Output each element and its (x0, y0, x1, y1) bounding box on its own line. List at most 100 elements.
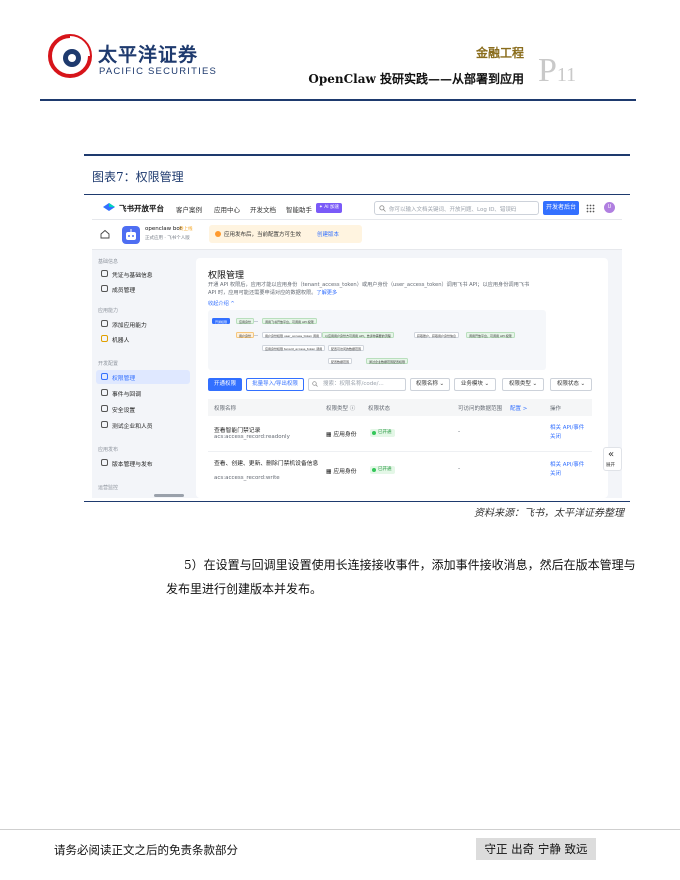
flow-step: 以应用用户身份方可调用 API，告诉你需要的流程 (322, 332, 394, 338)
status-badge: 已开通 (370, 429, 395, 437)
release-icon (101, 459, 108, 466)
sidebar-item-add-capability[interactable]: 添加应用能力 (96, 317, 190, 331)
figure-caption: 图表7：权限管理 (92, 170, 184, 184)
notice-text: 应用发布后，当前配置方可生效 (224, 232, 302, 238)
col-data-range: 可访问的数据范围 (458, 406, 503, 412)
sidebar-item-members[interactable]: 成员管理 (96, 282, 190, 296)
sidebar-item-test-users[interactable]: 测试企业和人员 (96, 418, 190, 432)
flow-step: 用户身份权限 user_access_token 调用 (262, 332, 322, 338)
flow-step: 应用身份权限 tenant_access_token 调用 (262, 345, 326, 351)
app-name: openclaw bot (145, 226, 182, 232)
nav-dev-docs[interactable]: 开发文档 (250, 204, 276, 214)
sidebar-item-events[interactable]: 事件与回调 (96, 386, 190, 400)
sidebar-item-security[interactable]: 安全设置 (96, 402, 190, 416)
search-icon (379, 205, 386, 212)
apps-grid-icon[interactable] (586, 204, 595, 213)
expand-panel-button[interactable]: « 展开 (603, 447, 622, 471)
sidebar-item-label: 事件与回调 (112, 392, 141, 398)
home-icon[interactable] (100, 229, 110, 239)
footer-rule (0, 829, 680, 830)
figure-bottom-rule (84, 501, 630, 502)
filter-permission-type[interactable]: 权限类型 ⌄ (502, 378, 544, 391)
flow-step: 配置数据范围 (328, 358, 353, 364)
sidebar-item-label: 成员管理 (112, 288, 136, 294)
permission-code: acs:access_record:write (214, 475, 280, 481)
close-permission-link[interactable]: 关闭 (550, 470, 561, 479)
figure-top-rule (84, 154, 630, 156)
double-chevron-left-icon: « (608, 449, 615, 460)
search-placeholder: 你可以输入文档关键词、开放问题、Log ID、错误码 (389, 207, 517, 213)
test-icon (101, 421, 108, 428)
page-prefix: P (538, 52, 557, 89)
filter-permission-name[interactable]: 权限名称 ⌄ (410, 378, 450, 391)
sidebar-group-basic: 基础信息 (98, 259, 119, 265)
feishu-permission-screenshot: 飞书开放平台 客户案例 应用中心 开发文档 智能助手 ✦ AI 加速 你可以输入… (92, 196, 622, 498)
configure-range-link[interactable]: 配置 > (510, 404, 527, 412)
sidebar-item-robot[interactable]: 机器人 (96, 332, 190, 346)
app-subtitle: 正式应用 · 飞书个人版 (145, 236, 190, 241)
flow-step: 调用开放平台，可调用 API 权限 (466, 332, 515, 338)
top-nav-bar: 飞书开放平台 客户案例 应用中心 开发文档 智能助手 ✦ AI 加速 你可以输入… (92, 196, 622, 220)
permission-flow-diagram: 开通权限 应用身份 调用飞书开放平台，可调用 API 权限 用户身份 用户身份权… (208, 310, 546, 370)
members-icon (101, 285, 108, 292)
app-header-bar: openclaw bot 待上线 正式应用 · 飞书个人版 应用发布后，当前配置… (92, 220, 622, 250)
filter-business-module[interactable]: 业务模块 ⌄ (454, 378, 496, 391)
company-logo: 太平洋证券 PACIFIC SECURITIES (48, 30, 228, 86)
bot-app-icon (122, 226, 140, 244)
user-avatar[interactable]: U (604, 202, 615, 213)
batch-import-export-button[interactable]: 批量导入/导出权限 (246, 378, 304, 391)
permission-panel: 权限管理 开通 API 权限后，应用才能以应用身份（tenant_access_… (196, 258, 608, 498)
close-permission-link[interactable]: 关闭 (550, 433, 561, 442)
nav-ai-assistant[interactable]: 智能助手 (286, 204, 312, 214)
expand-label: 展开 (606, 463, 615, 468)
flow-step: 用户身份 (236, 332, 255, 338)
open-permission-button[interactable]: 开通权限 (208, 378, 242, 391)
sidebar-item-release[interactable]: 版本管理与发布 (96, 456, 190, 470)
status-text: 已开通 (378, 430, 392, 435)
flow-step: 配置可访问的数据范围 (328, 345, 365, 351)
permission-type: ▦ 应用身份 (326, 469, 357, 475)
permission-search-input[interactable]: 搜索：权限名称/code/... (308, 378, 406, 391)
learn-more-link[interactable]: 了解更多 (316, 290, 337, 296)
data-range: - (458, 429, 461, 435)
report-title: OpenClaw 投研实践——从部署到应用 (308, 72, 524, 86)
description-text: 开通 API 权限后，应用才能以应用身份（tenant_access_token… (208, 282, 530, 296)
related-api-link[interactable]: 相关 API/事件 (550, 424, 584, 433)
data-range: - (458, 466, 461, 472)
filter-permission-status[interactable]: 权限状态 ⌄ (550, 378, 592, 391)
permission-name: 查看、创建、更新、删除门禁机设备信息 (214, 461, 319, 467)
related-api-link[interactable]: 相关 API/事件 (550, 461, 584, 470)
publish-notice: 应用发布后，当前配置方可生效 创建版本 (209, 225, 362, 243)
collapse-intro-link[interactable]: 收起介绍 ^ (208, 300, 235, 307)
sidebar-scrollbar[interactable] (154, 494, 184, 497)
nav-app-center[interactable]: 应用中心 (214, 204, 240, 214)
status-dot (372, 431, 376, 435)
footer-disclaimer: 请务必阅读正文之后的免责条款部分 (54, 843, 238, 857)
flow-step: 通过企业数据范围配置权限 (366, 358, 409, 364)
ai-badge: ✦ AI 加速 (316, 203, 343, 213)
status-badge: 已开通 (370, 466, 395, 474)
sidebar-group-monitoring: 运营监控 (98, 485, 119, 491)
nav-customer-cases[interactable]: 客户案例 (176, 204, 202, 214)
page-description: 开通 API 权限后，应用才能以应用身份（tenant_access_token… (208, 281, 538, 297)
sidebar-item-credentials[interactable]: 凭证与基础信息 (96, 267, 190, 281)
feishu-logo-icon (103, 203, 115, 211)
sidebar-item-permissions[interactable]: 权限管理 (96, 370, 190, 384)
col-permission-type: 权限类型 ⓘ (326, 406, 356, 412)
permission-name: 查看智能门禁记录 (214, 428, 261, 434)
developer-console-button[interactable]: 开发者后台 (543, 201, 579, 215)
status-text: 已开通 (378, 467, 392, 472)
figure-caption-rule (84, 194, 630, 195)
robot-icon (101, 335, 108, 342)
doc-search-input[interactable]: 你可以输入文档关键词、开放问题、Log ID、错误码 (374, 201, 539, 215)
sidebar: 基础信息 凭证与基础信息 成员管理 应用能力 添加应用能力 机器人 开发配置 权… (92, 250, 192, 498)
credentials-icon (101, 270, 108, 277)
add-capability-icon (101, 320, 108, 327)
platform-brand: 飞书开放平台 (119, 204, 164, 213)
flow-step-open: 开通权限 (212, 318, 231, 324)
body-paragraph: 5）在设置与回调里设置使用长连接接收事件，添加事件接收消息，然后在版本管理与发布… (166, 558, 636, 596)
app-status-badge: 待上线 (179, 227, 193, 232)
create-version-link[interactable]: 创建版本 (317, 230, 339, 238)
sidebar-item-label: 安全设置 (112, 408, 136, 414)
sidebar-group-dev-config: 开发配置 (98, 361, 119, 367)
